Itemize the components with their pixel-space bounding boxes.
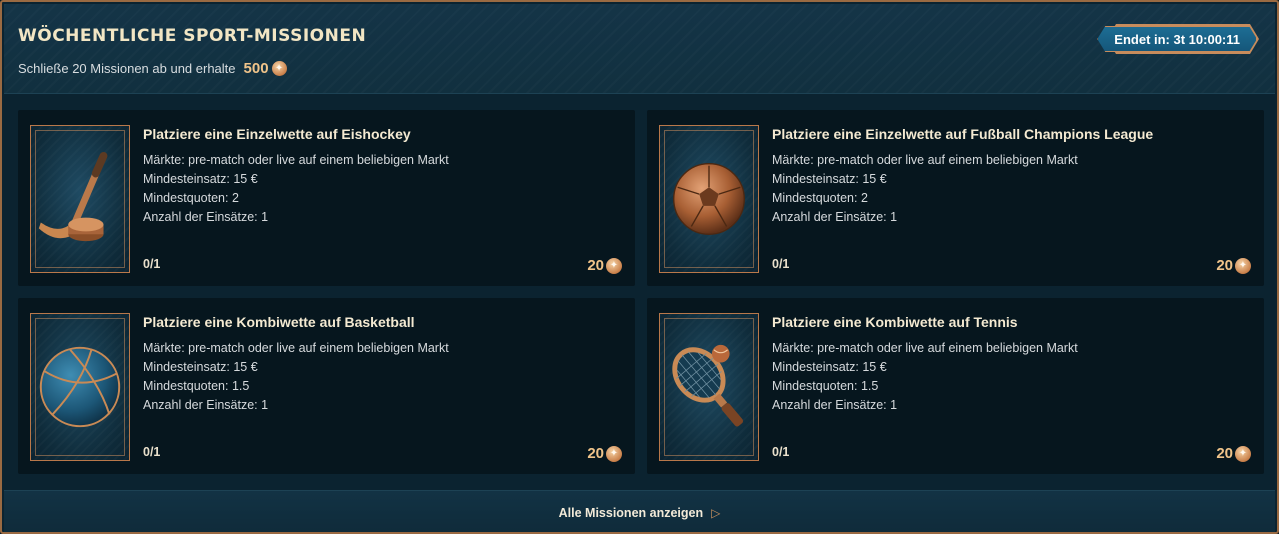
mission-card[interactable]: Platziere eine Kombiwette auf Tennis Mär… — [647, 298, 1264, 474]
coin-icon — [271, 61, 287, 76]
mission-progress: 0/1 — [772, 445, 790, 459]
mission-details: Märkte: pre-match oder live auf einem be… — [772, 339, 1078, 415]
mission-markets: Märkte: pre-match oder live auf einem be… — [143, 153, 449, 167]
countdown-timer-badge: Endet in: 3t 10:00:11 — [1097, 26, 1257, 52]
hockey-stick-icon — [30, 125, 130, 273]
mission-min-odds: Mindestquoten: 2 — [143, 191, 239, 205]
show-all-missions-link[interactable]: Alle Missionen anzeigen — [559, 506, 703, 520]
coin-icon — [606, 445, 622, 462]
page-title: Wöchentliche Sport-Missionen — [18, 26, 367, 46]
mission-card[interactable]: Platziere eine Kombiwette auf Basketball… — [18, 298, 635, 474]
mission-reward-value: 20 — [587, 257, 604, 274]
coin-icon — [1235, 445, 1251, 462]
mission-bet-count: Anzahl der Einsätze: 1 — [772, 398, 898, 412]
mission-min-odds: Mindestquoten: 1.5 — [772, 379, 879, 393]
mission-details: Märkte: pre-match oder live auf einem be… — [772, 151, 1078, 227]
mission-min-odds: Mindestquoten: 2 — [772, 191, 868, 205]
subtitle-text: Schließe 20 Missionen ab und erhalte — [18, 61, 236, 76]
chevron-right-icon[interactable]: ▷ — [711, 506, 720, 520]
mission-title: Platziere eine Einzelwette auf Eishockey — [143, 126, 411, 142]
mission-bet-count: Anzahl der Einsätze: 1 — [143, 210, 269, 224]
soccer-ball-icon — [659, 125, 759, 273]
mission-markets: Märkte: pre-match oder live auf einem be… — [772, 153, 1078, 167]
panel-header: Wöchentliche Sport-Missionen Schließe 20… — [4, 4, 1275, 94]
mission-markets: Märkte: pre-match oder live auf einem be… — [772, 341, 1078, 355]
mission-reward: 20 — [1216, 445, 1251, 462]
panel-footer: Alle Missionen anzeigen ▷ — [4, 490, 1275, 532]
mission-markets: Märkte: pre-match oder live auf einem be… — [143, 341, 449, 355]
mission-min-stake: Mindesteinsatz: 15 € — [143, 172, 258, 186]
mission-min-stake: Mindesteinsatz: 15 € — [772, 172, 887, 186]
mission-card[interactable]: Platziere eine Einzelwette auf Eishockey… — [18, 110, 635, 286]
mission-reward: 20 — [1216, 257, 1251, 274]
mission-bet-count: Anzahl der Einsätze: 1 — [772, 210, 898, 224]
mission-reward-value: 20 — [1216, 257, 1233, 274]
total-reward: 500 — [244, 60, 287, 77]
mission-details: Märkte: pre-match oder live auf einem be… — [143, 151, 449, 227]
timer-label: Endet in: 3t 10:00:11 — [1114, 31, 1240, 47]
mission-title: Platziere eine Kombiwette auf Tennis — [772, 314, 1018, 330]
mission-progress: 0/1 — [772, 257, 790, 271]
mission-progress: 0/1 — [143, 257, 161, 271]
mission-title: Platziere eine Kombiwette auf Basketball — [143, 314, 415, 330]
mission-progress: 0/1 — [143, 445, 161, 459]
mission-bet-count: Anzahl der Einsätze: 1 — [143, 398, 269, 412]
missions-grid: Platziere eine Einzelwette auf Eishockey… — [18, 110, 1264, 474]
tennis-racket-icon — [659, 313, 759, 461]
total-reward-value: 500 — [243, 60, 269, 77]
mission-details: Märkte: pre-match oder live auf einem be… — [143, 339, 449, 415]
weekly-missions-panel: Wöchentliche Sport-Missionen Schließe 20… — [0, 0, 1279, 534]
coin-icon — [606, 257, 622, 274]
mission-min-stake: Mindesteinsatz: 15 € — [772, 360, 887, 374]
mission-reward-value: 20 — [1216, 445, 1233, 462]
mission-card[interactable]: Platziere eine Einzelwette auf Fußball C… — [647, 110, 1264, 286]
mission-title: Platziere eine Einzelwette auf Fußball C… — [772, 126, 1154, 142]
mission-min-stake: Mindesteinsatz: 15 € — [143, 360, 258, 374]
basketball-icon — [30, 313, 130, 461]
mission-min-odds: Mindestquoten: 1.5 — [143, 379, 250, 393]
mission-reward: 20 — [587, 445, 622, 462]
mission-reward-value: 20 — [587, 445, 604, 462]
subtitle-row: Schließe 20 Missionen ab und erhalte 500 — [18, 60, 287, 77]
coin-icon — [1235, 257, 1251, 274]
mission-reward: 20 — [587, 257, 622, 274]
